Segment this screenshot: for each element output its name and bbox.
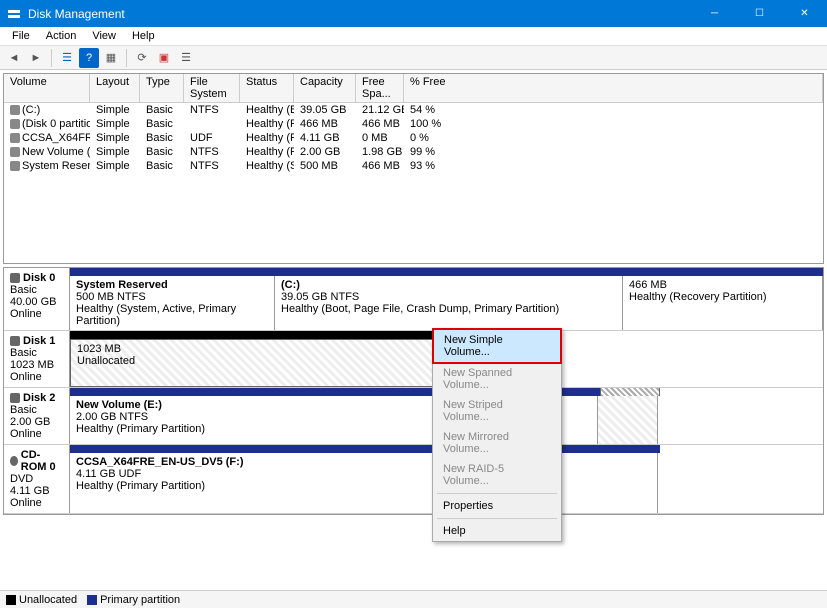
menu-help[interactable]: Help: [433, 521, 561, 541]
partition-f[interactable]: CCSA_X64FRE_EN-US_DV5 (F:) 4.11 GB UDF H…: [70, 453, 658, 513]
help-icon[interactable]: ?: [79, 48, 99, 68]
volume-row[interactable]: New Volume (E:)SimpleBasicNTFSHealthy (P…: [4, 145, 823, 159]
disk-row-2: Disk 2 Basic 2.00 GB Online New Volume (…: [4, 388, 823, 445]
context-menu: New Simple Volume... New Spanned Volume.…: [432, 328, 562, 542]
toolbar-btn-5[interactable]: ▣: [154, 48, 174, 68]
col-layout[interactable]: Layout: [90, 74, 140, 102]
disk-graphical-view: Disk 0 Basic 40.00 GB Online System Rese…: [3, 267, 824, 515]
volume-row[interactable]: CCSA_X64FRE_EN-...SimpleBasicUDFHealthy …: [4, 131, 823, 145]
app-icon: [6, 6, 22, 22]
menu-new-striped-volume: New Striped Volume...: [433, 395, 561, 427]
disk-row-cdrom: CD-ROM 0 DVD 4.11 GB Online CCSA_X64FRE_…: [4, 445, 823, 514]
swatch-unallocated: [6, 595, 16, 605]
close-button[interactable]: ✕: [782, 0, 827, 27]
toolbar-btn-1[interactable]: ☰: [57, 48, 77, 68]
col-volume[interactable]: Volume: [4, 74, 90, 102]
legend: Unallocated Primary partition: [0, 590, 827, 608]
menubar: File Action View Help: [0, 27, 827, 46]
disk-icon: [10, 273, 20, 283]
volume-list: Volume Layout Type File System Status Ca…: [3, 73, 824, 264]
disk-row-0: Disk 0 Basic 40.00 GB Online System Rese…: [4, 268, 823, 331]
swatch-primary: [87, 595, 97, 605]
volume-list-header: Volume Layout Type File System Status Ca…: [4, 74, 823, 103]
volume-row[interactable]: System ReservedSimpleBasicNTFSHealthy (S…: [4, 159, 823, 173]
volume-row[interactable]: (C:)SimpleBasicNTFSHealthy (B...39.05 GB…: [4, 103, 823, 117]
menu-view[interactable]: View: [84, 28, 124, 44]
volume-row[interactable]: (Disk 0 partition 3)SimpleBasicHealthy (…: [4, 117, 823, 131]
menu-new-mirrored-volume: New Mirrored Volume...: [433, 427, 561, 459]
maximize-button[interactable]: ☐: [737, 0, 782, 27]
disk-row-1: Disk 1 Basic 1023 MB Online 1023 MB Unal…: [4, 331, 823, 388]
col-capacity[interactable]: Capacity: [294, 74, 356, 102]
minimize-button[interactable]: ─: [692, 0, 737, 27]
menu-new-raid5-volume: New RAID-5 Volume...: [433, 459, 561, 491]
window-title: Disk Management: [28, 7, 692, 21]
partition-c[interactable]: (C:) 39.05 GB NTFS Healthy (Boot, Page F…: [275, 276, 623, 330]
col-pct[interactable]: % Free: [404, 74, 823, 102]
toolbar: ◄ ► ☰ ? ▦ ⟳ ▣ ☰: [0, 46, 827, 70]
menu-help[interactable]: Help: [124, 28, 163, 44]
titlebar: Disk Management ─ ☐ ✕: [0, 0, 827, 27]
menu-new-simple-volume[interactable]: New Simple Volume...: [432, 328, 562, 364]
col-free[interactable]: Free Spa...: [356, 74, 404, 102]
toolbar-btn-4[interactable]: ⟳: [132, 48, 152, 68]
menu-file[interactable]: File: [4, 28, 38, 44]
disk-icon: [10, 393, 20, 403]
free-space[interactable]: [598, 396, 658, 444]
back-icon[interactable]: ◄: [4, 48, 24, 68]
menu-action[interactable]: Action: [38, 28, 85, 44]
cdrom-icon: [10, 456, 18, 466]
toolbar-btn-3[interactable]: ▦: [101, 48, 121, 68]
disk-icon: [10, 336, 20, 346]
forward-icon[interactable]: ►: [26, 48, 46, 68]
partition-system-reserved[interactable]: System Reserved 500 MB NTFS Healthy (Sys…: [70, 276, 275, 330]
toolbar-btn-6[interactable]: ☰: [176, 48, 196, 68]
menu-new-spanned-volume: New Spanned Volume...: [433, 363, 561, 395]
col-status[interactable]: Status: [240, 74, 294, 102]
menu-properties[interactable]: Properties: [433, 496, 561, 516]
col-type[interactable]: Type: [140, 74, 184, 102]
partition-recovery[interactable]: 466 MB Healthy (Recovery Partition): [623, 276, 823, 330]
col-fs[interactable]: File System: [184, 74, 240, 102]
